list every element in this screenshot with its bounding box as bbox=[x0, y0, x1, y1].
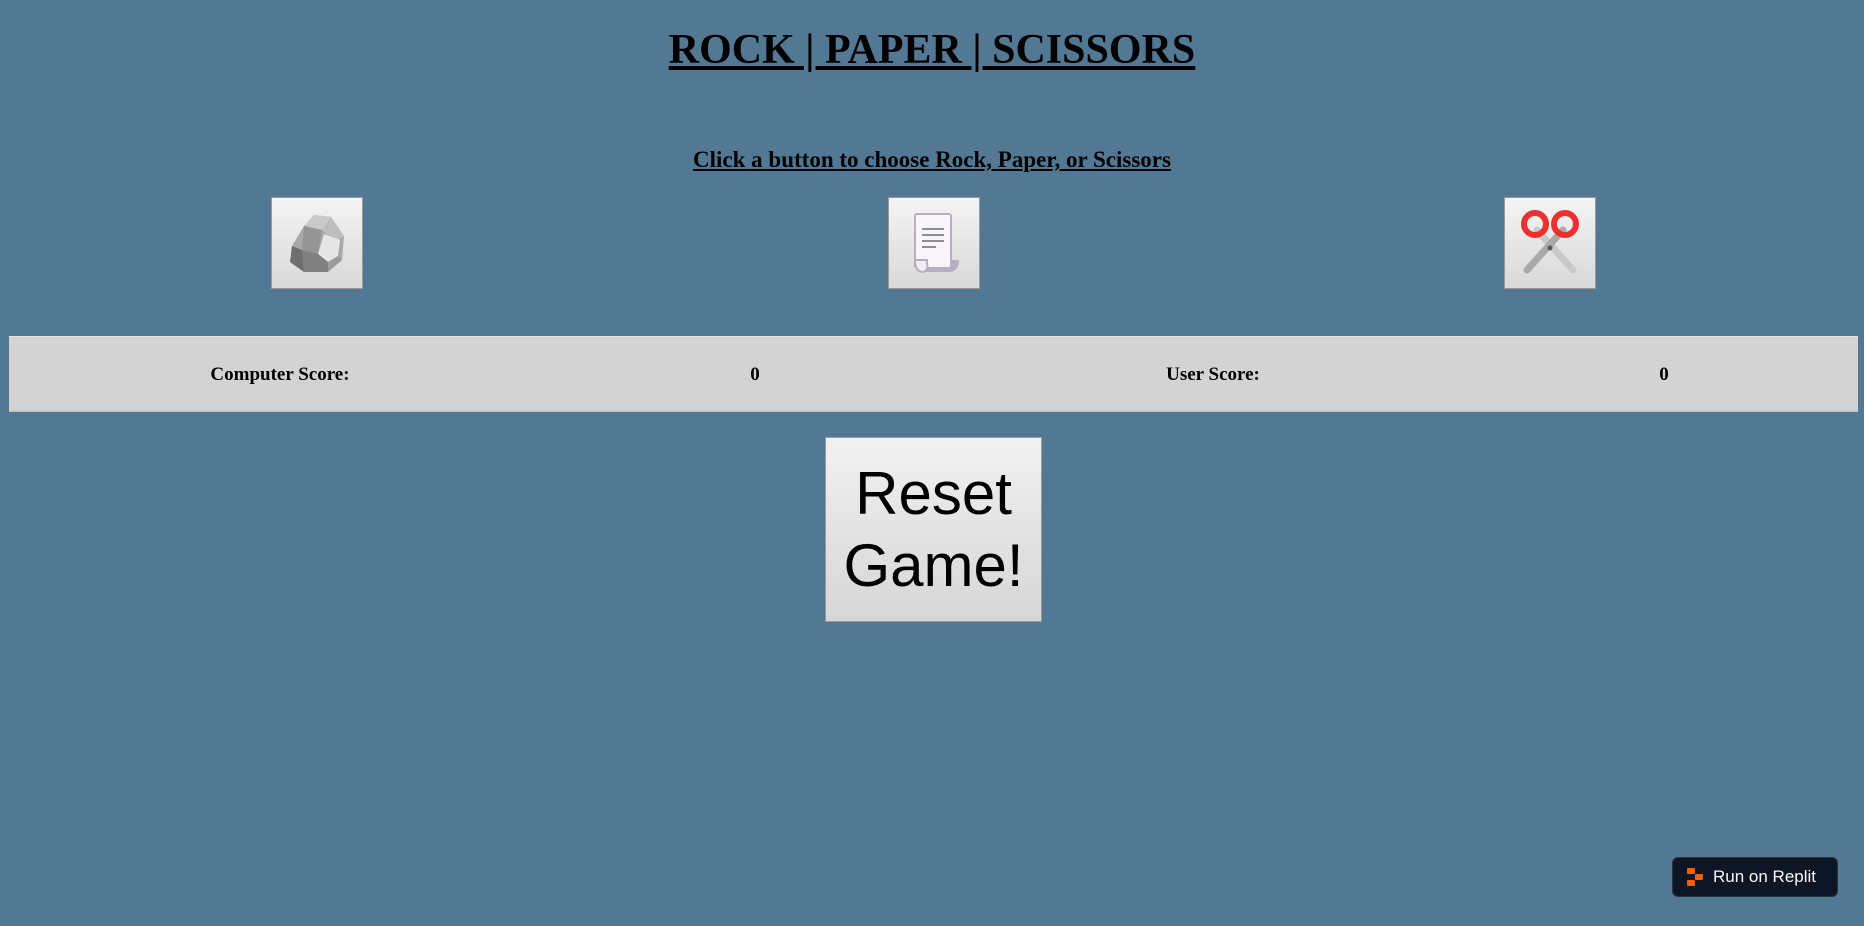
rock-icon bbox=[290, 215, 344, 272]
run-on-replit-button[interactable]: Run on Replit bbox=[1672, 857, 1838, 897]
scissors-icon bbox=[1521, 210, 1579, 274]
run-on-replit-label: Run on Replit bbox=[1713, 867, 1817, 886]
instructions-text: Click a button to choose Rock, Paper, or… bbox=[693, 147, 1171, 172]
scoreboard: Computer Score: 0 User Score: 0 bbox=[9, 336, 1858, 412]
user-score-value: 0 bbox=[1659, 364, 1669, 385]
scissors-button[interactable] bbox=[1504, 197, 1596, 289]
paper-button[interactable] bbox=[888, 197, 980, 289]
page-title: ROCK | PAPER | SCISSORS bbox=[668, 27, 1196, 73]
computer-score-label: Computer Score: bbox=[210, 364, 350, 385]
game-page: ROCK | PAPER | SCISSORS Click a button t… bbox=[0, 0, 1864, 926]
paper-icon bbox=[913, 213, 959, 274]
user-score-label: User Score: bbox=[1166, 364, 1260, 385]
replit-logo-icon bbox=[1687, 868, 1703, 886]
computer-score-value: 0 bbox=[750, 364, 760, 385]
reset-game-button[interactable]: Reset Game! bbox=[825, 437, 1042, 622]
rock-button[interactable] bbox=[271, 197, 363, 289]
